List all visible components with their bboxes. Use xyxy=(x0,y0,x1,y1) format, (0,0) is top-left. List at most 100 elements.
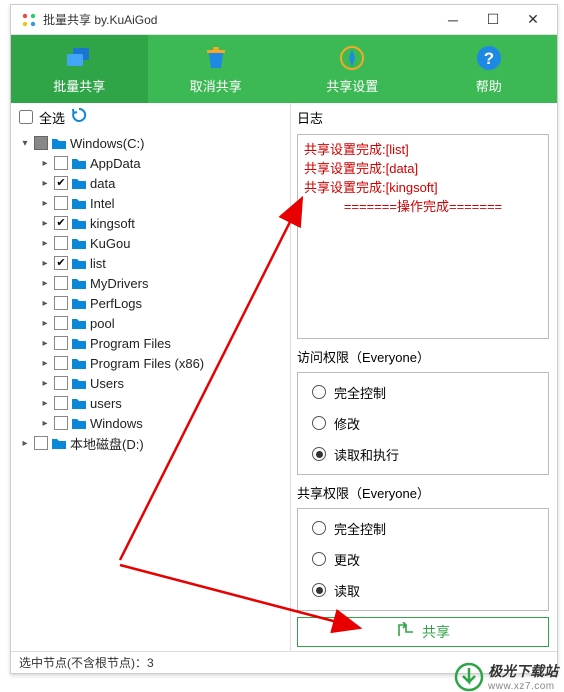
radio-icon[interactable] xyxy=(312,416,326,430)
radio-icon[interactable] xyxy=(312,583,326,597)
expander-icon[interactable]: ▸ xyxy=(39,298,51,309)
expander-icon[interactable]: ▾ xyxy=(19,138,31,149)
tree-row[interactable]: ▸ pool xyxy=(15,313,286,333)
select-all-label: 全选 xyxy=(39,108,65,127)
folder-icon xyxy=(71,196,87,210)
tree-row[interactable]: ▸ users xyxy=(15,393,286,413)
expander-icon[interactable]: ▸ xyxy=(39,198,51,209)
svg-text:?: ? xyxy=(484,49,494,68)
share-button-label: 共享 xyxy=(422,622,450,642)
toolbar-share-settings[interactable]: 共享设置 xyxy=(284,35,421,103)
log-line: =======操作完成======= xyxy=(304,196,542,215)
tree-checkbox[interactable] xyxy=(54,176,68,190)
toolbar-help[interactable]: ? 帮助 xyxy=(421,35,558,103)
tree-row[interactable]: ▸ Intel xyxy=(15,193,286,213)
access-perm-label: 访问权限（Everyone） xyxy=(297,347,549,366)
radio-icon[interactable] xyxy=(312,552,326,566)
expander-icon[interactable]: ▸ xyxy=(39,158,51,169)
share-button[interactable]: 共享 xyxy=(297,617,549,647)
drive-icon xyxy=(51,136,67,150)
tree-checkbox[interactable] xyxy=(54,196,68,210)
tree-checkbox[interactable] xyxy=(54,256,68,270)
radio-label: 读取 xyxy=(334,581,360,600)
tree-checkbox[interactable] xyxy=(54,336,68,350)
tree-row[interactable]: ▸ Users xyxy=(15,373,286,393)
access-perm-option[interactable]: 读取和执行 xyxy=(312,445,534,464)
expander-icon[interactable]: ▸ xyxy=(39,358,51,369)
tree-checkbox[interactable] xyxy=(54,376,68,390)
minimize-button[interactable]: ─ xyxy=(433,6,473,34)
expander-icon[interactable]: ▸ xyxy=(39,278,51,289)
tree-checkbox[interactable] xyxy=(54,216,68,230)
drive-icon xyxy=(51,436,67,450)
statusbar: 选中节点(不含根节点)：3 xyxy=(11,651,557,673)
tree-label: kingsoft xyxy=(90,216,135,231)
tree-row[interactable]: ▸ KuGou xyxy=(15,233,286,253)
maximize-button[interactable]: ☐ xyxy=(473,6,513,34)
close-button[interactable]: ✕ xyxy=(513,6,553,34)
access-perm-option[interactable]: 完全控制 xyxy=(312,383,534,402)
tree-checkbox[interactable] xyxy=(54,236,68,250)
share-perm-box: 完全控制 更改 读取 xyxy=(297,508,549,611)
expander-icon[interactable]: ▸ xyxy=(39,258,51,269)
tree-row[interactable]: ▸ AppData xyxy=(15,153,286,173)
radio-icon[interactable] xyxy=(312,385,326,399)
refresh-icon[interactable] xyxy=(71,107,87,127)
tree-row[interactable]: ▸ MyDrivers xyxy=(15,273,286,293)
expander-icon[interactable]: ▸ xyxy=(39,338,51,349)
tree-root-row[interactable]: ▾ Windows(C:) xyxy=(15,133,286,153)
tree-checkbox[interactable] xyxy=(54,396,68,410)
tree-checkbox[interactable] xyxy=(54,276,68,290)
tree-checkbox[interactable] xyxy=(54,416,68,430)
tree-checkbox[interactable] xyxy=(54,316,68,330)
tree-label: data xyxy=(90,176,115,191)
log-line: 共享设置完成:[kingsoft] xyxy=(304,177,542,196)
select-all-checkbox[interactable] xyxy=(19,110,33,124)
tree-row[interactable]: ▸ Program Files (x86) xyxy=(15,353,286,373)
expander-icon[interactable]: ▸ xyxy=(39,378,51,389)
radio-icon[interactable] xyxy=(312,447,326,461)
tree-checkbox[interactable] xyxy=(54,156,68,170)
tree-drive-row[interactable]: ▸ 本地磁盘(D:) xyxy=(15,433,286,453)
folder-icon xyxy=(71,356,87,370)
expander-icon[interactable]: ▸ xyxy=(19,438,31,449)
tree-label: Users xyxy=(90,376,124,391)
tree-row[interactable]: ▸ data xyxy=(15,173,286,193)
toolbar-batch-share[interactable]: 批量共享 xyxy=(11,35,148,103)
share-perm-option[interactable]: 完全控制 xyxy=(312,519,534,538)
folder-icon xyxy=(71,296,87,310)
folder-icon xyxy=(71,376,87,390)
tree-checkbox[interactable] xyxy=(54,296,68,310)
expander-icon[interactable]: ▸ xyxy=(39,178,51,189)
access-perm-option[interactable]: 修改 xyxy=(312,414,534,433)
share-perm-option[interactable]: 更改 xyxy=(312,550,534,569)
titlebar: 批量共享 by.KuAiGod ─ ☐ ✕ xyxy=(11,5,557,35)
expander-icon[interactable]: ▸ xyxy=(39,398,51,409)
expander-icon[interactable]: ▸ xyxy=(39,418,51,429)
tree-row[interactable]: ▸ Program Files xyxy=(15,333,286,353)
app-window: 批量共享 by.KuAiGod ─ ☐ ✕ 批量共享 取消共享 共享设置 xyxy=(10,4,558,674)
tree-label: Program Files xyxy=(90,336,171,351)
share-perm-option[interactable]: 读取 xyxy=(312,581,534,600)
tree-row[interactable]: ▸ PerfLogs xyxy=(15,293,286,313)
help-icon: ? xyxy=(475,44,503,72)
tree-label: Windows(C:) xyxy=(70,136,144,151)
tree-label: AppData xyxy=(90,156,141,171)
radio-icon[interactable] xyxy=(312,521,326,535)
log-label: 日志 xyxy=(297,107,549,128)
expander-icon[interactable]: ▸ xyxy=(39,318,51,329)
log-line: 共享设置完成:[data] xyxy=(304,158,542,177)
tree-row[interactable]: ▸ kingsoft xyxy=(15,213,286,233)
tree-row[interactable]: ▸ Windows xyxy=(15,413,286,433)
tree-checkbox[interactable] xyxy=(54,356,68,370)
toolbar-cancel-share[interactable]: 取消共享 xyxy=(148,35,285,103)
expander-icon[interactable]: ▸ xyxy=(39,238,51,249)
folder-tree[interactable]: ▾ Windows(C:) ▸ AppData▸ data▸ Intel▸ ki… xyxy=(11,131,290,651)
tree-checkbox[interactable] xyxy=(34,136,48,150)
folder-icon xyxy=(71,316,87,330)
tree-row[interactable]: ▸ list xyxy=(15,253,286,273)
tree-label: list xyxy=(90,256,106,271)
expander-icon[interactable]: ▸ xyxy=(39,218,51,229)
radio-label: 读取和执行 xyxy=(334,445,399,464)
tree-checkbox[interactable] xyxy=(34,436,48,450)
